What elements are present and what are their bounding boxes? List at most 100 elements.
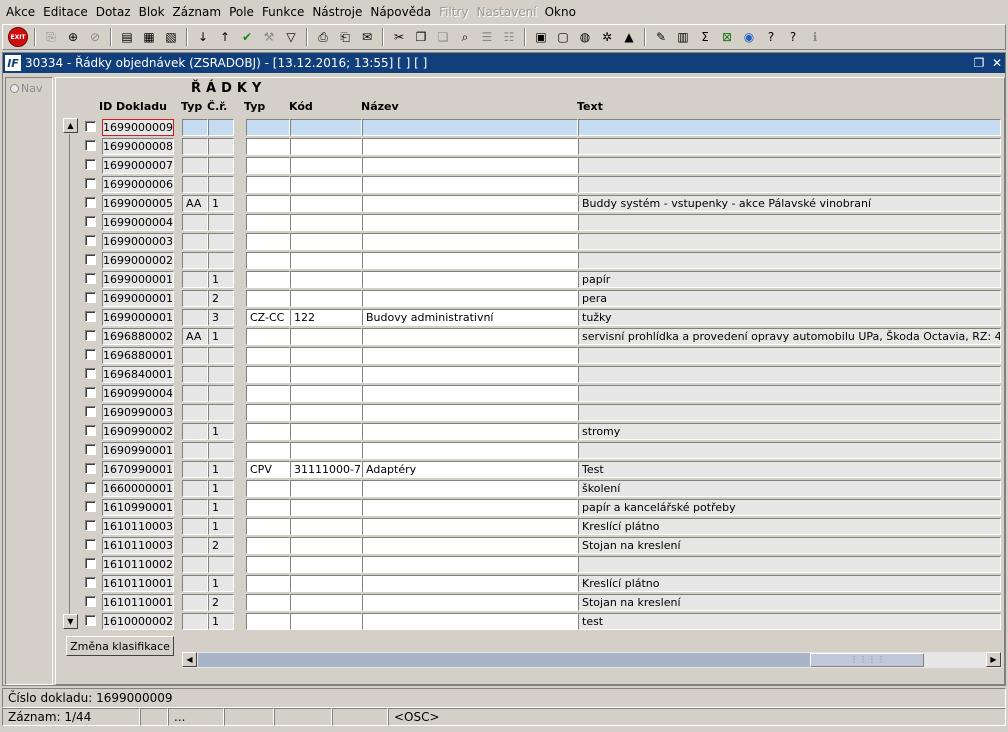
cislo-radku-field[interactable] xyxy=(208,157,234,174)
cislo-radku-field[interactable] xyxy=(208,138,234,155)
typ-klasifikace-field[interactable] xyxy=(246,423,290,440)
text-field[interactable]: Stojan na kreslení xyxy=(578,537,1001,554)
typ-field[interactable] xyxy=(182,537,208,554)
typ-klasifikace-field[interactable] xyxy=(246,480,290,497)
nazev-field[interactable] xyxy=(362,347,578,364)
row-checkbox[interactable] xyxy=(85,406,96,417)
typ-field[interactable] xyxy=(182,271,208,288)
typ-klasifikace-field[interactable] xyxy=(246,347,290,364)
text-field[interactable]: servisní prohlídka a provedení opravy au… xyxy=(578,328,1001,345)
text-field[interactable] xyxy=(578,556,1001,573)
cislo-radku-field[interactable]: 1 xyxy=(208,461,234,478)
kod-field[interactable] xyxy=(290,195,362,212)
typ-field[interactable] xyxy=(182,119,208,136)
enter-query-icon[interactable]: ▤ xyxy=(117,27,137,47)
id-dokladu-field[interactable]: 1699000001 xyxy=(102,309,174,326)
nazev-field[interactable] xyxy=(362,556,578,573)
cislo-radku-field[interactable] xyxy=(208,404,234,421)
exit-button[interactable]: EXIT xyxy=(7,27,29,47)
cislo-radku-field[interactable] xyxy=(208,176,234,193)
id-dokladu-field[interactable]: 1699000001 xyxy=(102,290,174,307)
id-dokladu-field[interactable]: 1699000003 xyxy=(102,233,174,250)
nazev-field[interactable] xyxy=(362,328,578,345)
web-icon[interactable]: ◉ xyxy=(739,27,759,47)
kod-field[interactable] xyxy=(290,385,362,402)
nazev-field[interactable] xyxy=(362,594,578,611)
text-field[interactable]: Test xyxy=(578,461,1001,478)
typ-field[interactable] xyxy=(182,290,208,307)
id-dokladu-field[interactable]: 1699000007 xyxy=(102,157,174,174)
row-checkbox[interactable] xyxy=(85,444,96,455)
nazev-field[interactable] xyxy=(362,613,578,630)
typ-field[interactable] xyxy=(182,176,208,193)
row-checkbox[interactable] xyxy=(85,140,96,151)
sort-asc-icon[interactable]: ↓ xyxy=(193,27,213,47)
text-field[interactable]: Buddy systém - vstupenky - akce Pálavské… xyxy=(578,195,1001,212)
excel-icon[interactable]: ⊠ xyxy=(717,27,737,47)
text-field[interactable]: Kreslící plátno xyxy=(578,575,1001,592)
row-checkbox[interactable] xyxy=(85,425,96,436)
typ-field[interactable] xyxy=(182,442,208,459)
nazev-field[interactable] xyxy=(362,404,578,421)
text-field[interactable]: stromy xyxy=(578,423,1001,440)
id-dokladu-field[interactable]: 1696840001 xyxy=(102,366,174,383)
gear-icon[interactable]: ✲ xyxy=(597,27,617,47)
text-field[interactable] xyxy=(578,366,1001,383)
typ-field[interactable]: AA xyxy=(182,328,208,345)
kod-field[interactable] xyxy=(290,119,362,136)
print-preview-icon[interactable]: ⎗ xyxy=(335,27,355,47)
id-dokladu-field[interactable]: 1690990003 xyxy=(102,404,174,421)
row-checkbox[interactable] xyxy=(85,368,96,379)
nazev-field[interactable] xyxy=(362,480,578,497)
row-checkbox[interactable] xyxy=(85,311,96,322)
kod-field[interactable] xyxy=(290,233,362,250)
kod-field[interactable] xyxy=(290,537,362,554)
nazev-field[interactable] xyxy=(362,119,578,136)
typ-field[interactable] xyxy=(182,461,208,478)
typ-field[interactable] xyxy=(182,214,208,231)
text-field[interactable] xyxy=(578,404,1001,421)
text-field[interactable]: Kreslící plátno xyxy=(578,518,1001,535)
id-dokladu-field[interactable]: 1610110002 xyxy=(102,556,174,573)
cislo-radku-field[interactable]: 1 xyxy=(208,480,234,497)
vertical-scrollbar[interactable]: ▲ ▼ xyxy=(63,118,79,630)
scroll-down-button[interactable]: ▼ xyxy=(63,614,78,629)
row-checkbox[interactable] xyxy=(85,216,96,227)
kod-field[interactable]: 122 xyxy=(290,309,362,326)
cislo-radku-field[interactable] xyxy=(208,214,234,231)
kod-field[interactable] xyxy=(290,176,362,193)
menu-item-10[interactable]: Nastavení xyxy=(473,0,541,24)
id-dokladu-field[interactable]: 1699000006 xyxy=(102,176,174,193)
row-checkbox[interactable] xyxy=(85,349,96,360)
typ-klasifikace-field[interactable] xyxy=(246,499,290,516)
menu-item-7[interactable]: Nástroje xyxy=(308,0,366,24)
zmena-klasifikace-button[interactable]: Změna klasifikace xyxy=(66,636,174,656)
id-dokladu-field[interactable]: 1690990004 xyxy=(102,385,174,402)
row-checkbox[interactable] xyxy=(85,273,96,284)
menu-item-1[interactable]: Editace xyxy=(39,0,92,24)
text-field[interactable]: test xyxy=(578,613,1001,630)
nav-radio[interactable]: Nav xyxy=(6,78,52,95)
id-dokladu-field[interactable]: 1660000001 xyxy=(102,480,174,497)
id-dokladu-field[interactable]: 1699000001 xyxy=(102,271,174,288)
typ-klasifikace-field[interactable] xyxy=(246,404,290,421)
typ-field[interactable] xyxy=(182,347,208,364)
cislo-radku-field[interactable] xyxy=(208,366,234,383)
row-checkbox[interactable] xyxy=(85,159,96,170)
kod-field[interactable]: 31111000-7 xyxy=(290,461,362,478)
restore-window-icon[interactable]: ❐ xyxy=(971,55,987,71)
row-checkbox[interactable] xyxy=(85,615,96,626)
row-checkbox[interactable] xyxy=(85,482,96,493)
id-dokladu-field[interactable]: 1610110003 xyxy=(102,518,174,535)
filter-icon[interactable]: ▽ xyxy=(281,27,301,47)
text-field[interactable] xyxy=(578,157,1001,174)
id-dokladu-field[interactable]: 1699000008 xyxy=(102,138,174,155)
text-field[interactable]: školení xyxy=(578,480,1001,497)
globe-icon[interactable]: ◍ xyxy=(575,27,595,47)
kod-field[interactable] xyxy=(290,138,362,155)
horizontal-scrollbar[interactable]: ◀ ⋮⋮⋮⋮ ▶ xyxy=(182,652,1002,668)
kod-field[interactable] xyxy=(290,594,362,611)
menu-item-3[interactable]: Blok xyxy=(135,0,169,24)
row-checkbox[interactable] xyxy=(85,254,96,265)
cislo-radku-field[interactable]: 2 xyxy=(208,290,234,307)
